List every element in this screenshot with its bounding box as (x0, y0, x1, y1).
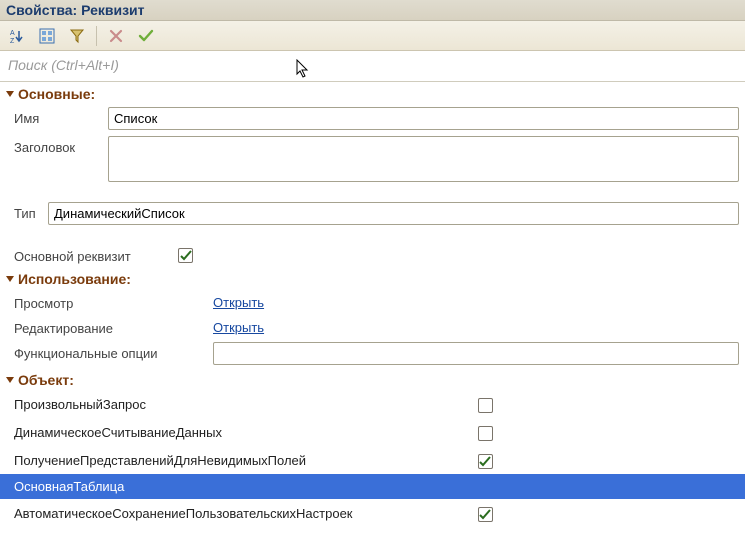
prop-name-label: Имя (14, 107, 104, 126)
object-row[interactable]: АвтоматическоеСохранениеПользовательских… (0, 499, 745, 527)
apply-button[interactable] (133, 24, 159, 48)
close-icon (109, 29, 123, 43)
section-object-header[interactable]: Объект: (0, 368, 745, 390)
object-row[interactable]: ПроизвольныйЗапрос (0, 390, 745, 418)
section-object-title: Объект: (18, 372, 74, 388)
categories-icon (39, 28, 55, 44)
object-rows-list: ПроизвольныйЗапрос ДинамическоеСчитывание… (0, 390, 745, 527)
object-row-label: ОсновнаяТаблица (14, 479, 469, 494)
prop-caption-label: Заголовок (14, 136, 104, 155)
object-row-checkbox-cell (473, 451, 497, 469)
window-title: Свойства: Реквизит (0, 0, 745, 21)
clear-button[interactable] (103, 24, 129, 48)
checkmark-icon (479, 456, 491, 468)
object-row-checkbox-cell (473, 423, 497, 441)
object-row-checkbox[interactable] (478, 426, 493, 441)
section-usage-title: Использование: (18, 271, 131, 287)
prop-funcopts-input[interactable] (213, 342, 739, 365)
prop-name-input[interactable] (108, 107, 739, 130)
object-row[interactable]: ОсновнаяТаблица (0, 474, 745, 499)
object-row-label: АвтоматическоеСохранениеПользовательских… (14, 506, 469, 521)
search-container (0, 51, 745, 82)
object-row-checkbox[interactable] (478, 507, 493, 522)
checkmark-icon (180, 250, 192, 262)
prop-view-row: Просмотр Открыть (0, 289, 745, 314)
chevron-down-icon (6, 91, 14, 97)
prop-mainattr-checkbox[interactable] (178, 248, 193, 263)
prop-funcopts-label: Функциональные опции (14, 342, 209, 361)
prop-funcopts-row: Функциональные опции (0, 339, 745, 368)
chevron-down-icon (6, 377, 14, 383)
object-row-checkbox-cell (473, 395, 497, 413)
object-row-checkbox-cell (473, 504, 497, 522)
section-main-header[interactable]: Основные: (0, 82, 745, 104)
svg-text:Z: Z (10, 38, 15, 44)
checkmark-icon (479, 509, 491, 521)
toolbar: A Z (0, 21, 745, 51)
object-row-label: ПолучениеПредставленийДляНевидимыхПолей (14, 453, 469, 468)
prop-edit-label: Редактирование (14, 317, 209, 336)
prop-type-label: Тип (14, 202, 44, 221)
sort-az-icon: A Z (9, 28, 25, 44)
properties-panel: Основные: Имя Заголовок Тип Основной рек… (0, 82, 745, 533)
prop-caption-input[interactable] (108, 136, 739, 182)
prop-caption-row: Заголовок (0, 133, 745, 185)
prop-edit-row: Редактирование Открыть (0, 314, 745, 339)
object-row[interactable]: ПолучениеПредставленийДляНевидимыхПолей (0, 446, 745, 474)
section-main-title: Основные: (18, 86, 95, 102)
chevron-down-icon (6, 276, 14, 282)
object-row-checkbox[interactable] (478, 398, 493, 413)
filter-button[interactable] (64, 24, 90, 48)
prop-name-row: Имя (0, 104, 745, 133)
object-row-checkbox[interactable] (478, 454, 493, 469)
search-input[interactable] (6, 53, 739, 77)
svg-text:A: A (10, 30, 15, 37)
prop-type-row: Тип (0, 199, 745, 228)
prop-view-label: Просмотр (14, 292, 209, 311)
prop-mainattr-row: Основной реквизит (0, 242, 745, 267)
check-icon (138, 28, 154, 44)
object-row[interactable]: ДинамическоеСчитываниеДанных (0, 418, 745, 446)
toolbar-separator (96, 26, 97, 46)
object-row-label: ПроизвольныйЗапрос (14, 397, 469, 412)
funnel-icon (69, 28, 85, 44)
prop-mainattr-label: Основной реквизит (14, 245, 174, 264)
prop-type-input[interactable] (48, 202, 739, 225)
section-usage-header[interactable]: Использование: (0, 267, 745, 289)
prop-edit-link[interactable]: Открыть (213, 317, 264, 335)
categories-button[interactable] (34, 24, 60, 48)
object-row-label: ДинамическоеСчитываниеДанных (14, 425, 469, 440)
prop-view-link[interactable]: Открыть (213, 292, 264, 310)
sort-button[interactable]: A Z (4, 24, 30, 48)
